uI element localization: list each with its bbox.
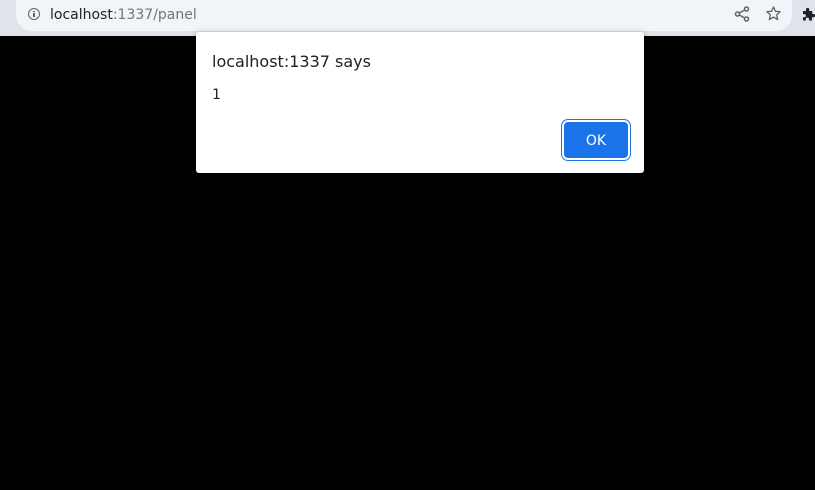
url-path: :1337/panel xyxy=(112,7,197,23)
url-host: localhost xyxy=(50,7,113,23)
address-bar[interactable]: localhost:1337/panel xyxy=(16,0,792,31)
dialog-message: 1 xyxy=(212,87,221,103)
ok-button[interactable]: OK xyxy=(564,122,628,158)
dialog-title: localhost:1337 says xyxy=(212,52,371,71)
star-icon[interactable] xyxy=(765,5,782,22)
share-icon[interactable] xyxy=(734,6,750,22)
puzzle-piece-icon[interactable] xyxy=(801,6,815,22)
browser-toolbar: localhost:1337/panel xyxy=(0,0,815,36)
alert-dialog: localhost:1337 says 1 OK xyxy=(196,32,644,173)
url-text[interactable]: localhost:1337/panel xyxy=(50,6,197,24)
info-icon[interactable] xyxy=(28,8,40,20)
